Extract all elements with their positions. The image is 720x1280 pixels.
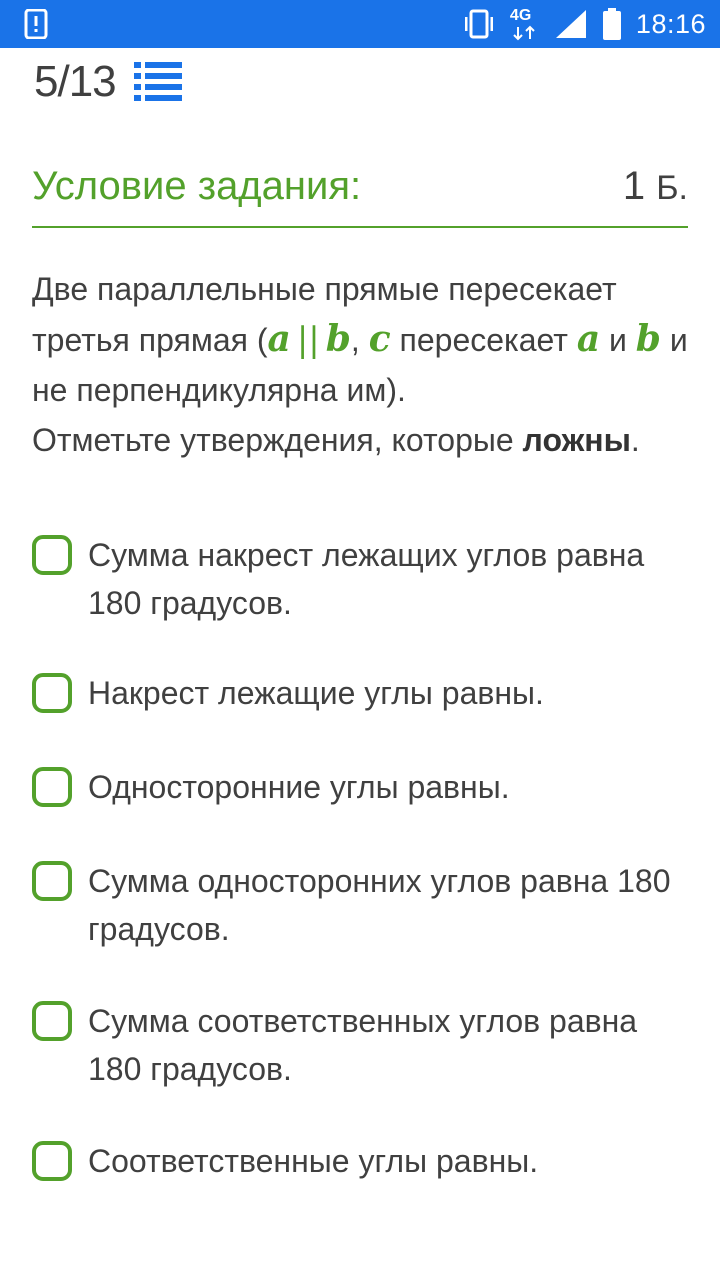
answer-option[interactable]: Сумма односторонних углов равна 180 град… (32, 860, 692, 953)
option-checkbox[interactable] (32, 535, 72, 575)
question-text: Две параллельные прямые пересекает треть… (32, 264, 692, 465)
option-checkbox[interactable] (32, 1001, 72, 1041)
answer-option[interactable]: Сумма накрест лежащих углов равна 180 гр… (32, 534, 692, 627)
status-time: 18:16 (635, 8, 706, 39)
answer-option[interactable]: Сумма соответственных углов равна 180 гр… (32, 1000, 692, 1093)
option-checkbox[interactable] (32, 1141, 72, 1181)
option-label: Соответственные углы равны. (88, 1143, 539, 1179)
option-label: Сумма накрест лежащих углов равна 180 гр… (88, 537, 645, 621)
math-var-c: c (368, 318, 391, 360)
question-intersects: пересекает (399, 322, 568, 358)
answer-option[interactable]: Соответственные углы равны. (32, 1140, 692, 1185)
option-label: Накрест лежащие углы равны. (88, 675, 544, 711)
option-checkbox[interactable] (32, 861, 72, 901)
notification-alert-icon (24, 9, 48, 39)
instruction-prefix: Отметьте утверждения, которые (32, 422, 514, 458)
option-checkbox[interactable] (32, 767, 72, 807)
vibrate-icon (464, 9, 493, 39)
question-and: и (609, 322, 627, 358)
list-icon[interactable] (133, 61, 182, 103)
math-parallel-symbol: || (296, 320, 320, 360)
math-var-a: a (267, 318, 291, 360)
task-heading: Условие задания: (32, 164, 362, 208)
data-arrows-icon (513, 25, 535, 41)
status-bar: 4G 18:16 (0, 0, 720, 48)
instruction-end: . (630, 422, 640, 458)
task-score-unit: Б. (656, 169, 688, 207)
task-header: Условие задания: 1 Б. (32, 160, 688, 228)
network-type-indicator: 4G (510, 5, 540, 43)
question-counter: 5/13 (34, 54, 182, 110)
math-var-b-2: b (635, 318, 661, 360)
question-counter-text: 5/13 (34, 57, 117, 106)
option-label: Сумма односторонних углов равна 180 град… (88, 863, 671, 947)
math-comma: , (350, 322, 360, 358)
option-checkbox[interactable] (32, 673, 72, 713)
math-var-b: b (325, 318, 351, 360)
answer-option[interactable]: Накрест лежащие углы равны. (32, 672, 692, 717)
task-score-value: 1 (622, 164, 646, 208)
option-label: Сумма соответственных углов равна 180 гр… (88, 1003, 638, 1087)
math-var-a-2: a (576, 318, 601, 360)
signal-strength-icon (555, 10, 586, 38)
battery-icon (602, 8, 621, 40)
instruction-bold: ложны (522, 422, 631, 458)
option-label: Односторонние углы равны. (88, 769, 510, 805)
task-score: 1 Б. (623, 164, 688, 209)
answer-option[interactable]: Односторонние углы равны. (32, 766, 692, 811)
